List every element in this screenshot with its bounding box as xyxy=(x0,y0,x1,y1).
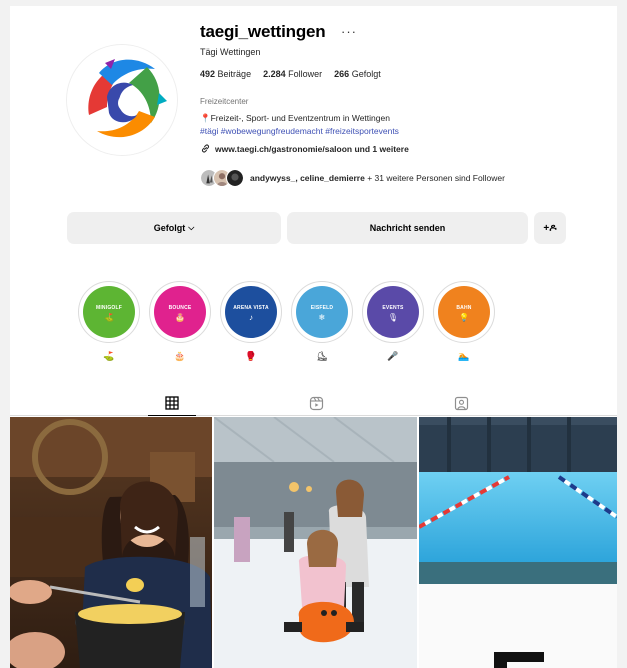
highlight-cover-title: BAHN xyxy=(456,304,472,311)
highlight-label: 🎂 xyxy=(174,351,186,361)
bio-link-text: www.taegi.ch/gastronomie/saloon und 1 we… xyxy=(215,143,409,154)
posts-grid xyxy=(10,417,617,668)
profile-avatar[interactable] xyxy=(67,45,177,155)
following-stat[interactable]: 266 Gefolgt xyxy=(334,69,381,79)
highlight-cover-title: EISFELD xyxy=(310,304,334,311)
post-thumbnail[interactable] xyxy=(419,417,617,668)
followers-count: 2.284 xyxy=(263,69,286,79)
followers-label: Follower xyxy=(288,69,323,79)
highlight-cover-title: EVENTS xyxy=(382,304,404,311)
highlight-ring: ARENA VISTA ♪ xyxy=(220,281,282,343)
highlight-cover: MINIGOLF ⛳ xyxy=(83,286,135,338)
golf-icon: ⛳ xyxy=(104,312,114,322)
posts-stat: 492 Beiträge xyxy=(200,69,251,79)
tab-reels[interactable] xyxy=(292,391,340,415)
followers-stat[interactable]: 2.284 Follower xyxy=(263,69,322,79)
chevron-down-icon: ⌵ xyxy=(188,223,195,232)
following-button[interactable]: Gefolgt ⌵ xyxy=(67,212,281,244)
post-image-fondue xyxy=(10,417,212,668)
profile-username: taegi_wettingen xyxy=(200,22,326,41)
following-button-label: Gefolgt xyxy=(153,223,186,233)
highlight-label: 🏊 xyxy=(458,351,470,361)
highlight-ring: EISFELD ❄ xyxy=(291,281,353,343)
music-note-icon: ♪ xyxy=(249,312,253,322)
tagged-person-icon xyxy=(454,396,468,410)
followed-by-text: andywyss_, celine_demierre + 31 weitere … xyxy=(250,173,505,183)
followed-by-rest: + 31 weitere Personen sind Follower xyxy=(364,173,505,183)
link-icon xyxy=(201,144,210,153)
reels-icon xyxy=(309,396,323,410)
highlight-arena-vista[interactable]: ARENA VISTA ♪ 🥊 xyxy=(220,281,282,361)
bio-hashtags[interactable]: #tägi #wobewegungfreudemacht #freizeitsp… xyxy=(200,126,399,136)
highlight-cover: BAHN 💡 xyxy=(438,286,490,338)
post-thumbnail[interactable] xyxy=(214,417,417,668)
highlight-ring: MINIGOLF ⛳ xyxy=(78,281,140,343)
bio-link[interactable]: www.taegi.ch/gastronomie/saloon und 1 we… xyxy=(200,143,409,154)
highlight-ring: BAHN 💡 xyxy=(433,281,495,343)
grid-icon xyxy=(165,396,179,410)
following-count: 266 xyxy=(334,69,350,79)
highlight-label: ⛳ xyxy=(103,351,115,361)
profile-page: taegi_wettingen ··· Tägi Wettingen 492 B… xyxy=(10,6,617,668)
highlight-events[interactable]: EVENTS 🎙 🎤 xyxy=(362,281,424,361)
highlight-eisfeld[interactable]: EISFELD ❄ ⛸ xyxy=(291,281,353,361)
highlight-minigolf[interactable]: MINIGOLF ⛳ ⛳ xyxy=(78,281,140,361)
highlight-cover: EVENTS 🎙 xyxy=(367,286,419,338)
light-bulb-icon: 💡 xyxy=(459,312,469,322)
send-message-button[interactable]: Nachricht senden xyxy=(287,212,528,244)
highlight-ring: EVENTS 🎙 xyxy=(362,281,424,343)
follower-avatar-3 xyxy=(226,169,244,187)
highlight-cover-title: ARENA VISTA xyxy=(233,304,269,311)
following-label: Gefolgt xyxy=(351,69,381,79)
add-user-button[interactable]: +ዶ xyxy=(534,212,566,244)
profile-stats: 492 Beiträge 2.284 Follower 266 Gefolgt xyxy=(200,69,381,79)
highlight-cover-title: MINIGOLF xyxy=(95,304,123,311)
highlight-bahn[interactable]: BAHN 💡 🏊 xyxy=(433,281,495,361)
highlight-cover: ARENA VISTA ♪ xyxy=(225,286,277,338)
send-message-label: Nachricht senden xyxy=(369,223,446,233)
posts-count: 492 xyxy=(200,69,216,79)
profile-full-name: Tägi Wettingen xyxy=(200,47,261,57)
highlight-cover-title: BOUNCE xyxy=(168,304,192,311)
microphone-icon: 🎙 xyxy=(387,312,399,322)
highlight-cover: BOUNCE 🎂 xyxy=(154,286,206,338)
highlight-ring: BOUNCE 🎂 xyxy=(149,281,211,343)
bio-line-1: 📍Freizeit-, Sport- und Eventzentrum in W… xyxy=(200,113,390,123)
tabs-divider xyxy=(10,415,617,416)
tab-tagged[interactable] xyxy=(437,391,485,415)
posts-label: Beiträge xyxy=(217,69,252,79)
followed-by-row[interactable]: andywyss_, celine_demierre + 31 weitere … xyxy=(200,169,505,187)
add-user-icon: +ዶ xyxy=(543,222,557,234)
post-image-ice-rink xyxy=(214,417,417,668)
more-options-icon[interactable]: ··· xyxy=(341,24,357,39)
tab-posts[interactable] xyxy=(148,391,196,416)
highlight-bounce[interactable]: BOUNCE 🎂 🎂 xyxy=(149,281,211,361)
post-thumbnail[interactable] xyxy=(10,417,212,668)
taegi-logo-icon xyxy=(67,45,177,155)
highlight-label: ⛸ xyxy=(316,351,328,361)
profile-category: Freizeitcenter xyxy=(200,97,249,106)
highlight-label: 🥊 xyxy=(245,351,257,361)
highlight-label: 🎤 xyxy=(387,351,399,361)
snowflake-icon: ❄ xyxy=(318,312,326,322)
post-image-pool xyxy=(419,417,617,668)
cake-icon: 🎂 xyxy=(175,312,185,322)
followed-by-names: andywyss_, celine_demierre xyxy=(250,173,365,183)
highlight-cover: EISFELD ❄ xyxy=(296,286,348,338)
